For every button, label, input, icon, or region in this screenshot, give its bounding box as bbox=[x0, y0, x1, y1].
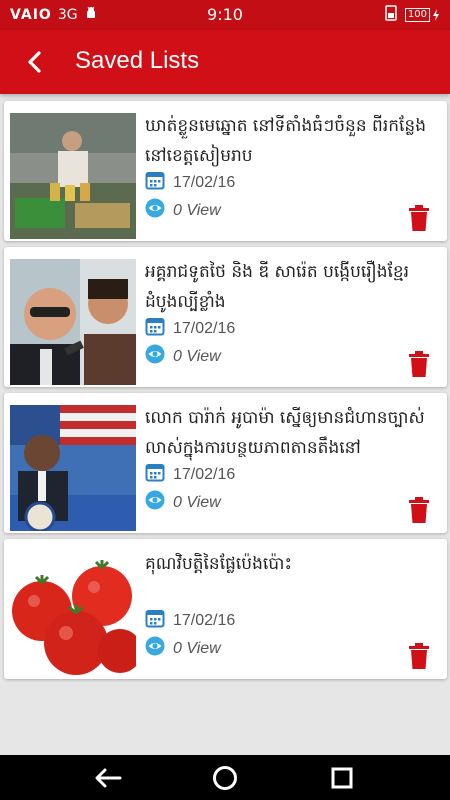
nav-home-button[interactable] bbox=[195, 755, 255, 800]
article-thumbnail bbox=[10, 551, 136, 677]
list-item[interactable]: ឃាត់ខ្លួនមេឆ្នោត នៅទីតាំងធំៗចំនួន ពីរកន្… bbox=[4, 101, 447, 241]
home-circle-icon bbox=[213, 765, 237, 790]
date-row: 17/02/16 bbox=[145, 608, 235, 633]
calendar-icon bbox=[145, 170, 165, 195]
app-bar: Saved Lists bbox=[0, 30, 450, 94]
view-count: 0 View bbox=[173, 201, 221, 219]
delete-button[interactable] bbox=[409, 351, 429, 377]
view-row: 0 View bbox=[145, 490, 221, 515]
article-thumbnail bbox=[10, 259, 136, 385]
trash-icon bbox=[409, 205, 429, 231]
list-item[interactable]: លោក បារ៉ាក់ អូបាម៉ា ស្នើឲ្យមានជំហានច្បាស… bbox=[4, 393, 447, 533]
view-row: 0 View bbox=[145, 636, 221, 661]
sim-icon bbox=[385, 5, 397, 24]
view-count: 0 View bbox=[173, 347, 221, 365]
trash-icon bbox=[409, 497, 429, 523]
article-title: អគ្គរាជទូតថៃ និង ឌី សារ៉េត បង្កើបរឿងខ្មែ… bbox=[145, 262, 410, 312]
battery-level: 100 bbox=[404, 7, 430, 22]
article-thumbnail bbox=[10, 113, 136, 239]
list-item[interactable]: អគ្គរាជទូតថៃ និង ឌី សារ៉េត បង្កើបរឿងខ្មែ… bbox=[4, 247, 447, 387]
article-thumbnail bbox=[10, 405, 136, 531]
article-date: 17/02/16 bbox=[173, 319, 236, 337]
eye-icon bbox=[145, 636, 165, 661]
article-title: លោក បារ៉ាក់ អូបាម៉ា ស្នើឲ្យមានជំហានច្បាស… bbox=[145, 408, 425, 458]
article-title: គុណវិបត្តិនៃផ្លែប៉េងប៉ោះ bbox=[145, 554, 292, 574]
article-title: ឃាត់ខ្លួនមេឆ្នោត នៅទីតាំងធំៗចំនួន ពីរកន្… bbox=[145, 116, 426, 166]
view-count: 0 View bbox=[173, 639, 221, 657]
article-date: 17/02/16 bbox=[173, 173, 236, 191]
arrow-left-icon bbox=[95, 768, 122, 787]
date-row: 17/02/16 bbox=[145, 462, 235, 487]
date-row: 17/02/16 bbox=[145, 316, 235, 341]
view-row: 0 View bbox=[145, 198, 221, 223]
eye-icon bbox=[145, 490, 165, 515]
status-bar: VAIO 3G 9:10 100 bbox=[0, 0, 450, 30]
delete-button[interactable] bbox=[409, 643, 429, 669]
calendar-icon bbox=[145, 608, 165, 633]
clock: 9:10 bbox=[207, 5, 243, 24]
delete-button[interactable] bbox=[409, 497, 429, 523]
list-item[interactable]: គុណវិបត្តិនៃផ្លែប៉េងប៉ោះ 17/02/16 0 View bbox=[4, 539, 447, 679]
trash-icon bbox=[409, 351, 429, 377]
recents-square-icon bbox=[331, 767, 353, 788]
system-nav-bar bbox=[0, 755, 450, 800]
date-row: 17/02/16 bbox=[145, 170, 235, 195]
trash-icon bbox=[409, 643, 429, 669]
article-date: 17/02/16 bbox=[173, 465, 236, 483]
eye-icon bbox=[145, 344, 165, 369]
page-title: Saved Lists bbox=[75, 47, 200, 74]
status-right: 100 bbox=[385, 5, 440, 24]
view-count: 0 View bbox=[173, 493, 221, 511]
delete-button[interactable] bbox=[409, 205, 429, 231]
calendar-icon bbox=[145, 462, 165, 487]
back-button[interactable] bbox=[20, 48, 48, 76]
chevron-left-icon bbox=[28, 51, 41, 73]
nav-recents-button[interactable] bbox=[312, 755, 372, 800]
view-row: 0 View bbox=[145, 344, 221, 369]
battery-icon: 100 bbox=[404, 7, 440, 22]
article-date: 17/02/16 bbox=[173, 611, 236, 629]
eye-icon bbox=[145, 198, 165, 223]
calendar-icon bbox=[145, 316, 165, 341]
nav-back-button[interactable] bbox=[78, 755, 138, 800]
